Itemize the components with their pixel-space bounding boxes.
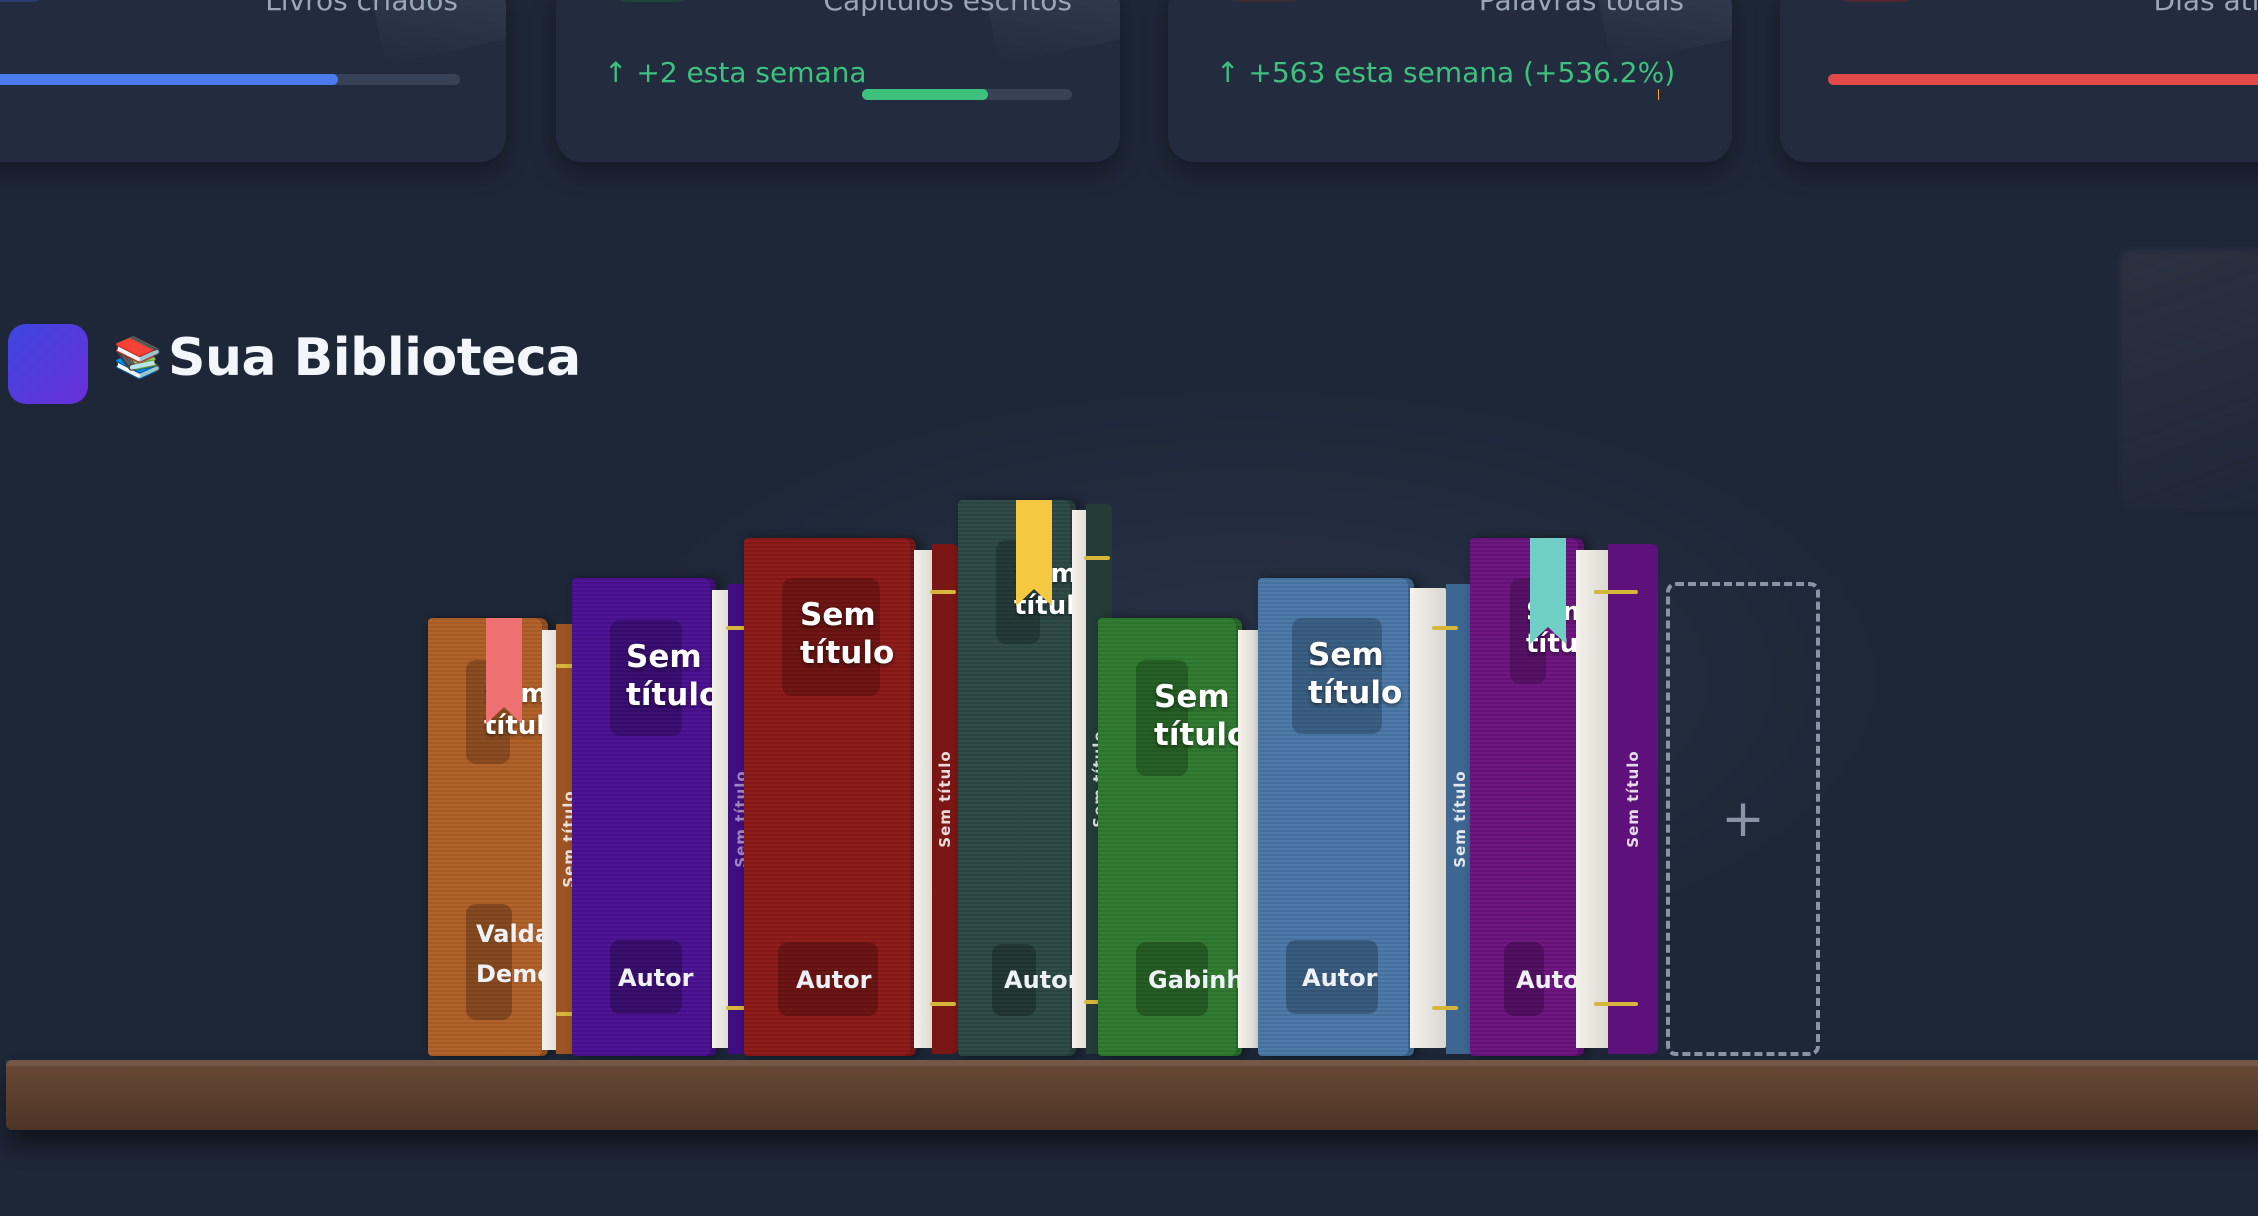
book-item[interactable]: Sem título Gabinha (1098, 618, 1260, 1056)
book-pages (1238, 630, 1260, 1048)
progress-fill (862, 89, 988, 100)
stat-card-books: Livros criados (0, 0, 506, 162)
stat-label: Livros criados (265, 0, 458, 17)
spine-title: Sem título (936, 750, 954, 848)
progress-fill (1658, 89, 1660, 100)
book-title: Sem título (1308, 637, 1403, 711)
book-item[interactable]: Sem título Autor (958, 500, 1080, 1056)
books-emoji-icon: 📚 (113, 335, 163, 381)
book-pages (1576, 550, 1612, 1048)
book-title: Sem título (1154, 679, 1249, 753)
gold-mark (1594, 590, 1638, 594)
book-item[interactable]: Sem título Autor (1470, 538, 1591, 1056)
trend-text: ↑ +563 esta semana (+536.2%) (1216, 56, 1676, 89)
library-title: Sua Biblioteca (168, 328, 581, 388)
stat-card-chapters: Capítulos escritos ↑ +2 esta semana (556, 0, 1120, 162)
book-author: Autor (1004, 966, 1080, 994)
stat-card-days: Dias ativ (1780, 0, 2258, 162)
plus-icon: + (1721, 789, 1765, 849)
spine-title: Sem título (1624, 750, 1642, 848)
spine-title: Sem título (1451, 770, 1469, 868)
book-title: Sem título (800, 597, 895, 671)
book-spine: Sem título (1608, 544, 1658, 1054)
stat-label: Capítulos escritos (823, 0, 1072, 17)
gold-mark (1084, 556, 1110, 560)
book-title: Sem título (626, 639, 721, 713)
progress-bar (1828, 74, 2258, 85)
progress-bar (1658, 89, 1682, 100)
book-item[interactable]: Sem título Autor (1258, 578, 1414, 1056)
progress-bar (0, 74, 460, 85)
add-book-button[interactable]: + (1666, 582, 1820, 1056)
book-pages (1410, 588, 1446, 1048)
book-spine: Sem título (932, 544, 958, 1054)
book-author: Autor (618, 964, 694, 992)
stat-label: Dias ativ (2153, 0, 2258, 17)
gold-mark (1594, 1002, 1638, 1006)
book-item[interactable]: Sem título Autor (744, 538, 916, 1056)
progress-fill (1828, 74, 2258, 85)
library-badge-icon (8, 324, 88, 404)
gold-mark (1432, 1006, 1458, 1010)
bookshelf (6, 1060, 2258, 1130)
gold-mark (930, 590, 956, 594)
book-item[interactable]: Sem título Autor (572, 578, 720, 1056)
stat-label: Palavras totais (1478, 0, 1684, 17)
books-stat-icon (0, 0, 52, 2)
progress-fill (0, 74, 338, 85)
book-author: Autor (796, 966, 872, 994)
progress-bar (862, 89, 1072, 100)
chapters-stat-icon (606, 0, 698, 2)
stat-card-words: Palavras totais ↑ +563 esta semana (+536… (1168, 0, 1732, 162)
book-author: Valdai Deme (476, 920, 548, 988)
days-stat-icon (1830, 0, 1922, 2)
gold-mark (930, 1002, 956, 1006)
book-author: Autor (1302, 964, 1378, 992)
book-item[interactable]: Sem título Valdai Deme (428, 618, 548, 1056)
words-stat-icon (1218, 0, 1310, 2)
trend-text: ↑ +2 esta semana (604, 56, 867, 89)
decorative-books-image (2120, 250, 2258, 510)
gold-mark (1432, 626, 1458, 630)
